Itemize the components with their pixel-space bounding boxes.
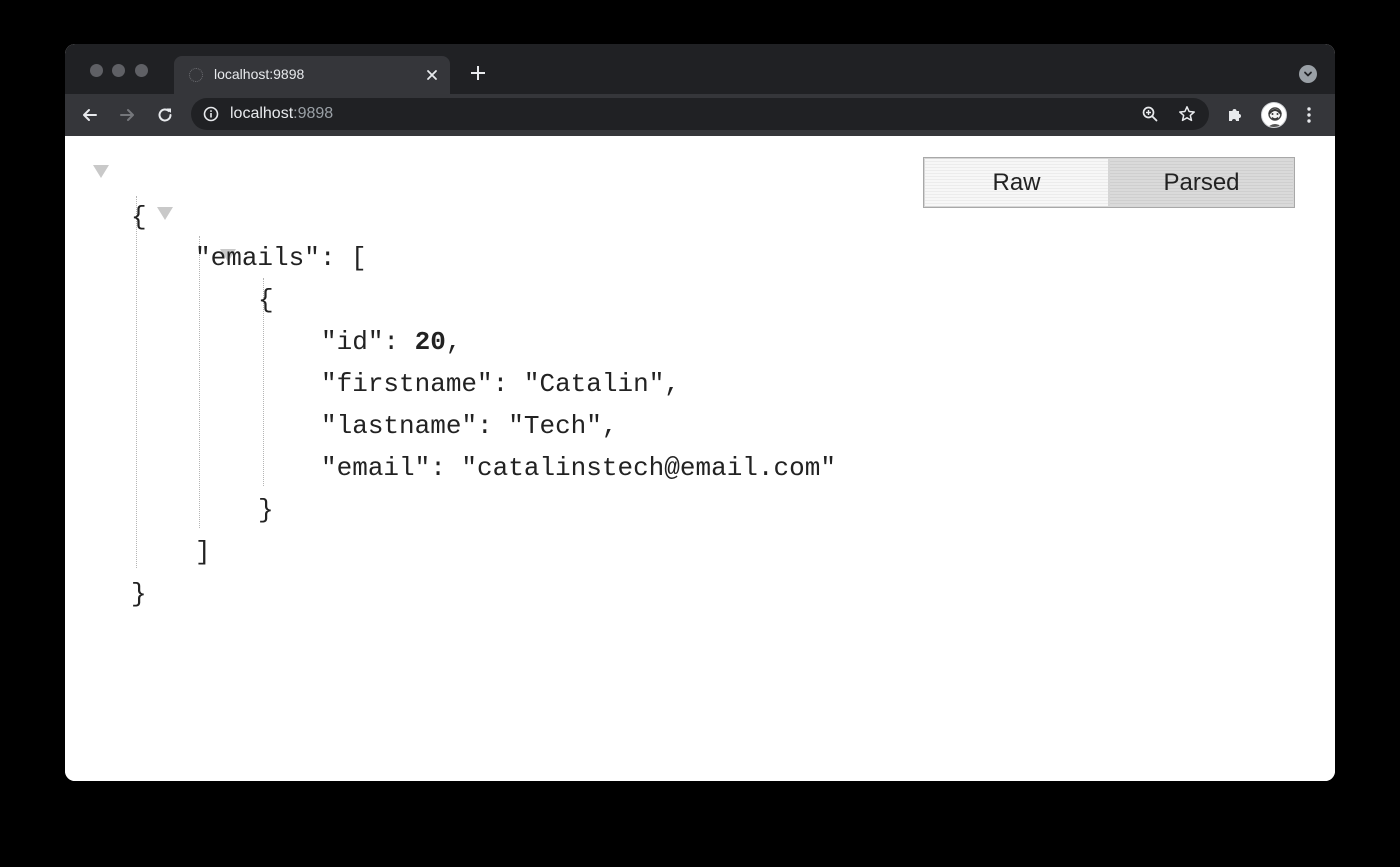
view-mode-toggle: Raw Parsed	[923, 157, 1295, 208]
zoom-button[interactable]	[1140, 104, 1160, 124]
loading-favicon-icon	[189, 68, 203, 82]
json-viewer: Raw Parsed { "emails": [ { "id": 20, "fi…	[65, 136, 1335, 781]
json-number-value: 20	[414, 327, 446, 357]
indent-guide	[136, 196, 137, 568]
json-string-value: Tech	[523, 411, 587, 441]
extensions-button[interactable]	[1223, 103, 1247, 127]
indent-guide	[199, 236, 200, 528]
raw-button[interactable]: Raw	[924, 158, 1109, 207]
close-icon	[427, 70, 437, 80]
new-tab-button[interactable]	[465, 60, 491, 86]
tab-title: localhost:9898	[214, 66, 305, 82]
json-array-close: ]	[195, 537, 211, 567]
tab-search-button[interactable]	[1299, 65, 1317, 83]
json-array-line: "emails": [	[195, 243, 367, 273]
json-key: firstname	[336, 369, 478, 399]
json-root-close: }	[131, 579, 147, 609]
tab-close-button[interactable]	[420, 63, 444, 87]
zoom-icon	[1142, 106, 1158, 122]
json-property-id: "id": 20,	[321, 327, 462, 357]
json-string-value: catalinstech@email.com	[477, 453, 821, 483]
puzzle-icon	[1229, 109, 1241, 121]
back-button[interactable]	[78, 103, 102, 127]
json-object-open: {	[258, 285, 274, 315]
collapse-array-toggle-icon[interactable]	[157, 207, 173, 220]
profile-avatar-icon	[1268, 107, 1282, 127]
plus-icon	[471, 66, 485, 80]
json-root-open: {	[131, 202, 147, 232]
forward-button[interactable]	[115, 103, 139, 127]
arrow-right-icon	[120, 109, 134, 121]
browser-menu-button[interactable]	[1297, 103, 1321, 127]
reload-icon	[158, 108, 172, 122]
json-object-close: }	[258, 495, 274, 525]
window-zoom-button[interactable]	[135, 64, 148, 77]
chevron-down-icon	[1304, 71, 1312, 77]
star-icon	[1179, 106, 1195, 122]
window-close-button[interactable]	[90, 64, 103, 77]
url-host: localhost	[230, 105, 294, 122]
browser-toolbar: localhost:9898	[65, 94, 1335, 136]
browser-window: localhost:9898 localhost:9898 Raw Parsed…	[65, 44, 1335, 781]
info-icon[interactable]	[203, 106, 219, 122]
tab-strip: localhost:9898	[65, 44, 1335, 94]
arrow-left-icon	[83, 109, 97, 121]
json-property-firstname: "firstname": "Catalin",	[321, 369, 680, 399]
address-bar[interactable]: localhost:9898	[191, 98, 1209, 130]
json-property-lastname: "lastname": "Tech",	[321, 411, 618, 441]
json-string-value: Catalin	[539, 369, 649, 399]
url-text[interactable]: localhost:9898	[230, 105, 333, 123]
reload-button[interactable]	[153, 103, 177, 127]
parsed-button[interactable]: Parsed	[1109, 158, 1294, 207]
json-key: lastname	[336, 411, 462, 441]
bookmark-button[interactable]	[1177, 104, 1197, 124]
json-property-email: "email": "catalinstech@email.com"	[321, 453, 836, 483]
browser-tab[interactable]: localhost:9898	[174, 56, 450, 94]
profile-avatar[interactable]	[1261, 102, 1287, 128]
url-port: :9898	[293, 105, 334, 122]
json-key: emails	[210, 243, 305, 273]
kebab-menu-icon	[1307, 107, 1311, 123]
collapse-root-toggle-icon[interactable]	[93, 165, 109, 178]
window-minimize-button[interactable]	[112, 64, 125, 77]
json-key: id	[336, 327, 368, 357]
json-key: email	[336, 453, 415, 483]
